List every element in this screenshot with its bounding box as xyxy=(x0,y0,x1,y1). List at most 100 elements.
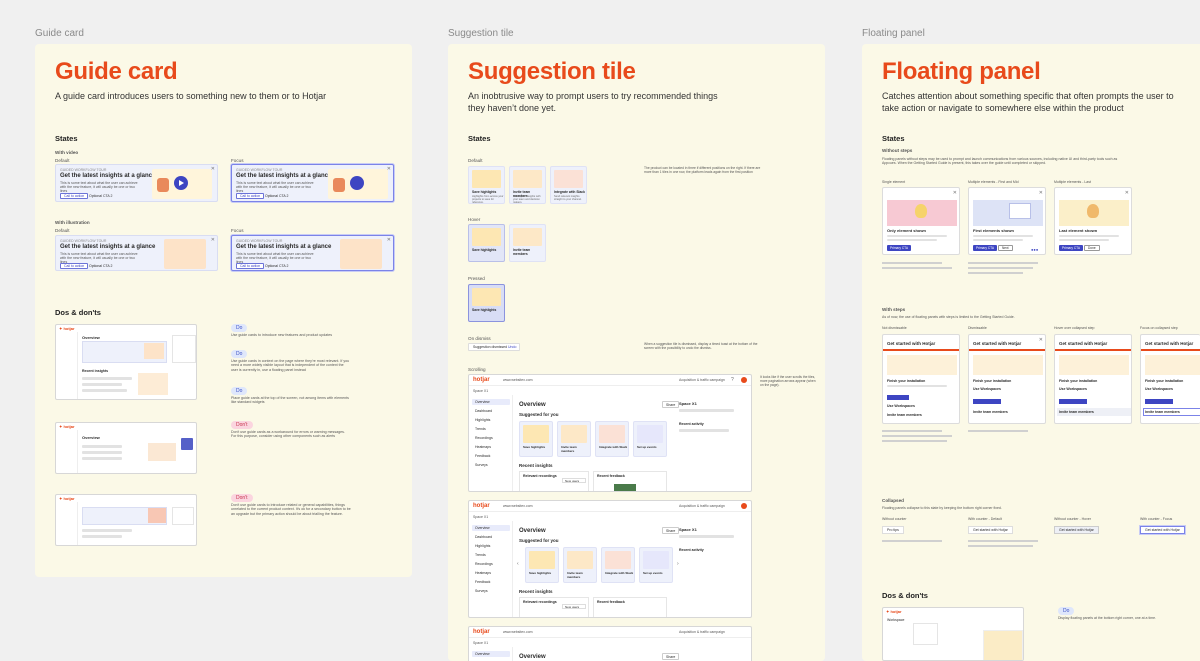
share-button[interactable]: Share xyxy=(662,401,680,408)
floating-panel-first[interactable]: First elements shown Primary CTA Next ●●… xyxy=(968,187,1046,255)
sidebar-item-feedback[interactable]: Feedback xyxy=(475,580,490,584)
hotjar-logo[interactable]: hotjar xyxy=(473,503,490,509)
avatar[interactable] xyxy=(741,503,747,509)
sidebar-item-surveys[interactable]: Surveys xyxy=(475,463,488,467)
site-selector[interactable]: www.websitex.com xyxy=(503,630,533,634)
step-cta-button[interactable] xyxy=(973,399,1001,404)
video-thumbnail[interactable] xyxy=(152,169,212,199)
suggestion-tile[interactable]: Integrate with Slack Send relevant insigh… xyxy=(550,166,587,204)
cta-primary-button[interactable]: Call to action xyxy=(236,263,265,269)
floating-panel-single[interactable]: Only element shown Primary CTA ✕ xyxy=(882,187,960,255)
suggestion-tile[interactable]: Save highlights xyxy=(525,547,559,583)
close-icon[interactable]: ✕ xyxy=(387,237,391,243)
close-icon[interactable]: ✕ xyxy=(387,166,391,172)
step-1[interactable]: Finish your installation xyxy=(887,379,925,383)
team-selector[interactable]: Acquisition & traffic campaign xyxy=(679,504,725,508)
hotjar-logo[interactable]: hotjar xyxy=(473,377,490,383)
breadcrumb[interactable]: Space X1 xyxy=(473,389,488,393)
step-2[interactable]: Use Workspaces xyxy=(1059,387,1087,391)
breadcrumb[interactable]: Space X1 xyxy=(473,641,488,645)
suggestion-tile[interactable]: Invite team members xyxy=(557,421,591,457)
close-icon[interactable]: ✕ xyxy=(211,166,215,172)
sidebar-item-overview[interactable]: Overview xyxy=(475,526,490,530)
suggestion-tile[interactable]: Invite team members Share your insights w… xyxy=(509,166,546,204)
primary-cta-button[interactable]: Primary CTA xyxy=(887,245,912,251)
cta-optional-button[interactable]: Optional CTA 2 xyxy=(265,264,288,268)
sidebar-item-dashboard[interactable]: Dashboard xyxy=(475,409,492,413)
collapsed-pill-focus[interactable]: Get started with Hotjar xyxy=(1140,526,1185,534)
primary-cta-button[interactable]: Primary CTA xyxy=(973,245,998,251)
guide-panel-hover-collapsed[interactable]: Get started with Hotjar Finish your inst… xyxy=(1054,334,1132,424)
suggestion-tile-hover[interactable]: Save highlights xyxy=(468,224,505,262)
sidebar-item-recordings[interactable]: Recordings xyxy=(475,562,493,566)
filter-dropdown[interactable]: New users xyxy=(562,604,586,609)
step-1[interactable]: Finish your installation xyxy=(973,379,1011,383)
filter-dropdown[interactable]: New users xyxy=(562,478,586,483)
step-3[interactable]: Invite team members xyxy=(887,413,922,417)
collapsed-pill-hover[interactable]: Get started with Hotjar xyxy=(1054,526,1099,534)
share-button[interactable]: Share xyxy=(662,527,680,534)
sidebar-item-highlights[interactable]: Highlights xyxy=(475,418,490,422)
sidebar-item-feedback[interactable]: Feedback xyxy=(475,454,490,458)
close-icon[interactable]: ✕ xyxy=(1039,337,1043,343)
suggestion-tile[interactable]: Save highlights Highlights from across yo… xyxy=(468,166,505,204)
site-selector[interactable]: www.websitex.com xyxy=(503,504,533,508)
floating-panel-last[interactable]: Last element shown Primary CTA Done ✕ xyxy=(1054,187,1132,255)
suggestion-tile[interactable]: Save highlights xyxy=(519,421,553,457)
guide-panel-focus-collapsed[interactable]: Get started with Hotjar Finish your inst… xyxy=(1140,334,1200,424)
suggestion-tile[interactable]: Set up events xyxy=(639,547,673,583)
sidebar-item-overview[interactable]: Overview xyxy=(475,652,490,656)
breadcrumb[interactable]: Space X1 xyxy=(473,515,488,519)
guide-panel-dismissable[interactable]: Get started with Hotjar ✕ Finish your in… xyxy=(968,334,1046,424)
sidebar-item-heatmaps[interactable]: Heatmaps xyxy=(475,445,491,449)
sidebar-item-highlights[interactable]: Highlights xyxy=(475,544,490,548)
video-thumbnail[interactable] xyxy=(328,169,388,199)
cta-optional-button[interactable]: Optional CTA 2 xyxy=(89,264,112,268)
team-selector[interactable]: Acquisition & traffic campaign xyxy=(679,378,725,382)
sidebar-item-heatmaps[interactable]: Heatmaps xyxy=(475,571,491,575)
chevron-right-icon[interactable]: › xyxy=(677,561,679,567)
guide-card-video-default[interactable]: GUIDED WORKFLOW TOUR Get the latest insi… xyxy=(55,164,218,202)
sidebar-item-recordings[interactable]: Recordings xyxy=(475,436,493,440)
hotjar-logo[interactable]: hotjar xyxy=(473,629,490,635)
step-1[interactable]: Finish your installation xyxy=(1059,379,1097,383)
cta-optional-button[interactable]: Optional CTA 2 xyxy=(89,194,112,198)
step-2[interactable]: Use Workspaces xyxy=(1145,387,1173,391)
suggestion-tile-pressed[interactable]: Save highlights xyxy=(468,284,505,322)
step-cta-button[interactable] xyxy=(887,395,909,400)
suggestion-tile[interactable]: Integrate with Slack xyxy=(595,421,629,457)
suggestion-tile[interactable]: Set up events xyxy=(633,421,667,457)
guide-card-illustration-focus[interactable]: GUIDED WORKFLOW TOUR Get the latest insi… xyxy=(231,235,394,271)
sidebar-item-trends[interactable]: Trends xyxy=(475,553,486,557)
step-3[interactable]: Invite team members xyxy=(1145,410,1180,414)
play-icon[interactable] xyxy=(350,176,364,190)
sidebar-item-overview[interactable]: Overview xyxy=(475,400,490,404)
share-button[interactable]: Share xyxy=(662,653,680,660)
guide-card-illustration-default[interactable]: GUIDED WORKFLOW TOUR Get the latest insi… xyxy=(55,235,218,271)
guide-panel-not-dismissable[interactable]: Get started with Hotjar Finish your inst… xyxy=(882,334,960,424)
suggestion-tile[interactable]: Integrate with Slack xyxy=(601,547,635,583)
close-icon[interactable]: ✕ xyxy=(211,237,215,243)
collapsed-pill-pro-tips[interactable]: Pro tips xyxy=(882,526,904,534)
toast-undo-link[interactable]: Undo xyxy=(508,345,516,349)
close-icon[interactable]: ✕ xyxy=(953,190,957,196)
cta-optional-button[interactable]: Optional CTA 2 xyxy=(265,194,288,198)
team-selector[interactable]: Acquisition & traffic campaign xyxy=(679,630,725,634)
step-1[interactable]: Finish your installation xyxy=(1145,379,1183,383)
sidebar-item-surveys[interactable]: Surveys xyxy=(475,589,488,593)
step-2[interactable]: Use Workspaces xyxy=(973,387,1001,391)
chevron-left-icon[interactable]: ‹ xyxy=(517,561,519,567)
done-button[interactable]: Done xyxy=(1084,245,1100,251)
step-cta-button[interactable] xyxy=(1059,399,1087,404)
guide-card-video-focus[interactable]: GUIDED WORKFLOW TOUR Get the latest insi… xyxy=(231,164,394,202)
next-button[interactable]: Next xyxy=(998,245,1013,251)
help-icon[interactable]: ? xyxy=(731,377,734,383)
cta-primary-button[interactable]: Call to action xyxy=(236,193,265,199)
cta-primary-button[interactable]: Call to action xyxy=(60,193,89,199)
suggestion-tile[interactable]: Invite team members xyxy=(509,224,546,262)
close-icon[interactable]: ✕ xyxy=(1039,190,1043,196)
step-2[interactable]: Use Workspaces xyxy=(887,404,915,408)
primary-cta-button[interactable]: Primary CTA xyxy=(1059,245,1084,251)
step-3[interactable]: Invite team members xyxy=(973,410,1008,414)
avatar[interactable] xyxy=(741,377,747,383)
